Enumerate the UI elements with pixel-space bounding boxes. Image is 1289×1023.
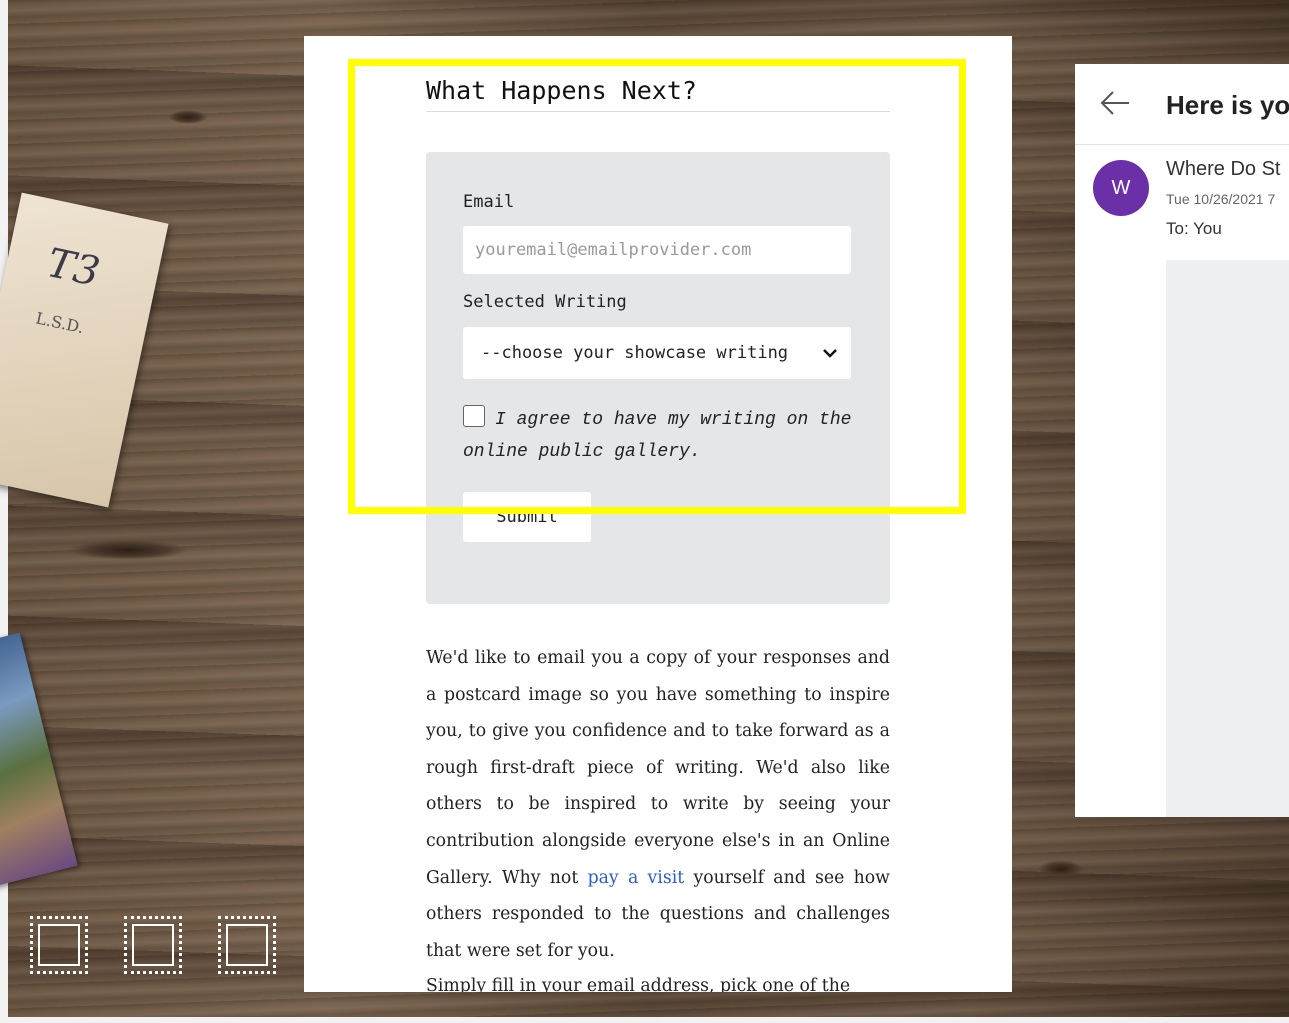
chevron-down-icon [823,349,837,358]
agree-text: I agree to have my writing on the online… [463,410,852,462]
submission-form: Email Selected Writing --choose your sho… [426,152,890,604]
agree-row: I agree to have my writing on the online… [463,404,863,468]
writing-select-value: --choose your showcase writing [481,343,789,363]
intro-paragraph: We'd like to email you a copy of your re… [426,640,890,969]
email-subject: Here is yo [1166,90,1289,120]
paragraph-text: We'd like to email you a copy of your re… [426,648,890,888]
wood-knot [68,540,188,560]
gallery-link[interactable]: pay a visit [588,868,685,888]
email-body [1166,260,1289,817]
submit-button[interactable]: Submit [463,492,591,542]
wood-knot [1038,860,1084,878]
email-header: Here is yo [1075,64,1289,145]
stamp-toolbar [30,916,276,974]
content-card: What Happens Next? Email Selected Writin… [304,36,1012,992]
writing-select[interactable]: --choose your showcase writing [463,327,851,379]
email-sender: Where Do St [1166,158,1281,180]
stamp-icon[interactable] [124,916,182,974]
writing-label: Selected Writing [463,292,627,312]
back-arrow-icon[interactable] [1099,89,1131,117]
agree-checkbox[interactable] [463,405,485,427]
avatar: W [1093,160,1149,216]
screen-edge [0,1017,1289,1023]
email-preview-panel: Here is yo W Where Do St Tue 10/26/2021 … [1075,64,1289,817]
section-heading: What Happens Next? [426,76,890,112]
wood-knot [168,110,208,124]
instructions-paragraph: Simply fill in your email address, pick … [426,976,851,992]
email-recipient: To: You [1166,219,1222,238]
email-input[interactable] [463,226,851,274]
email-label: Email [463,192,515,212]
stamp-icon[interactable] [218,916,276,974]
stamp-icon[interactable] [30,916,88,974]
email-date: Tue 10/26/2021 7 [1166,191,1276,207]
